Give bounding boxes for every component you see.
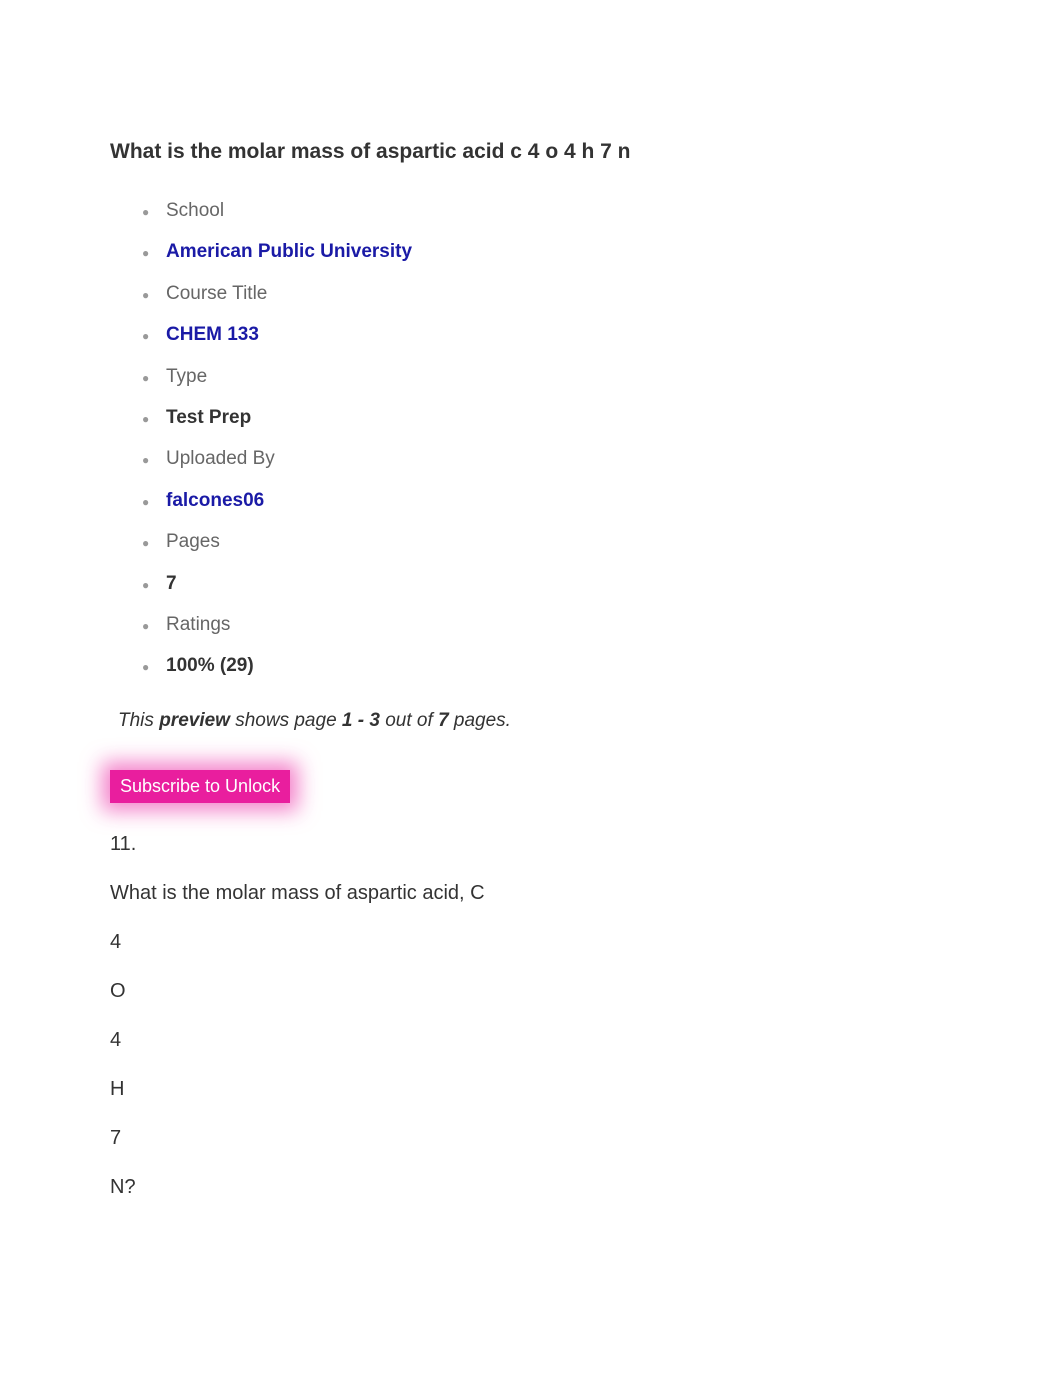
type-label-text: Type [166,366,207,387]
meta-course-label: Course Title [166,275,952,313]
course-link[interactable]: CHEM 133 [166,324,259,345]
meta-course-value[interactable]: CHEM 133 [166,316,952,354]
uploaded-label-text: Uploaded By [166,448,275,469]
question-number: 11. [110,833,952,856]
formula-part-5: 7 [110,1127,952,1150]
preview-mid1: shows page [230,710,342,731]
type-value-text: Test Prep [166,407,251,428]
preview-suffix: pages. [449,710,511,731]
meta-uploaded-label: Uploaded By [166,440,952,478]
preview-text: This preview shows page 1 - 3 out of 7 p… [118,710,952,732]
preview-word: preview [159,710,230,731]
meta-ratings-value: 100% (29) [166,647,952,685]
preview-total: 7 [438,710,449,731]
pages-value-text: 7 [166,573,177,594]
meta-pages-value: 7 [166,565,952,603]
school-label-text: School [166,200,224,221]
preview-range: 1 - 3 [342,710,380,731]
meta-school-value[interactable]: American Public University [166,233,952,271]
formula-part-2: O [110,980,952,1003]
meta-type-value: Test Prep [166,399,952,437]
subscribe-button[interactable]: Subscribe to Unlock [110,770,290,803]
pages-label-text: Pages [166,531,220,552]
question-text: What is the molar mass of aspartic acid,… [110,882,952,905]
preview-prefix: This [118,710,159,731]
ratings-value-text: 100% (29) [166,655,254,676]
school-link[interactable]: American Public University [166,241,412,262]
formula-part-6: N? [110,1176,952,1199]
meta-school-label: School [166,192,952,230]
meta-ratings-label: Ratings [166,606,952,644]
ratings-label-text: Ratings [166,614,230,635]
preview-mid2: out of [380,710,438,731]
course-label-text: Course Title [166,283,267,304]
formula-part-1: 4 [110,931,952,954]
meta-uploaded-value[interactable]: falcones06 [166,482,952,520]
page-title: What is the molar mass of aspartic acid … [110,140,952,164]
formula-part-3: 4 [110,1029,952,1052]
document-container: What is the molar mass of aspartic acid … [0,0,1062,1265]
formula-part-4: H [110,1078,952,1101]
uploader-link[interactable]: falcones06 [166,490,264,511]
meta-pages-label: Pages [166,523,952,561]
meta-type-label: Type [166,358,952,396]
meta-list: School American Public University Course… [110,192,952,686]
